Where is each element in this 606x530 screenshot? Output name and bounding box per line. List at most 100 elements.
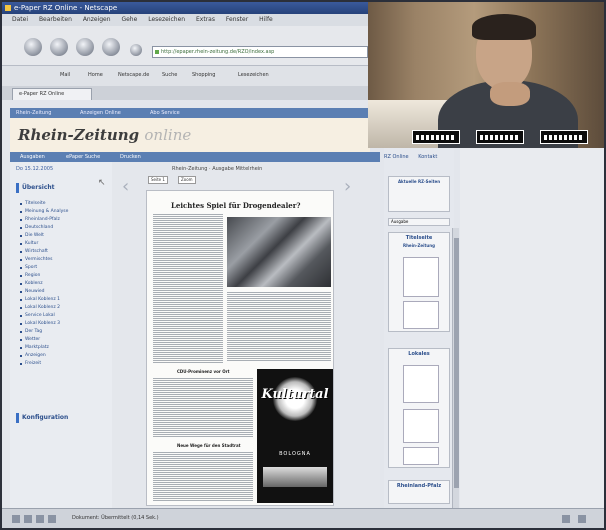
reload-button[interactable] xyxy=(76,38,94,56)
window-title: e-Paper RZ Online - Netscape xyxy=(14,4,118,12)
menu-item[interactable]: Hilfe xyxy=(259,16,273,23)
section-link[interactable]: Sport xyxy=(20,264,108,272)
menu-item[interactable]: Bearbeiten xyxy=(39,16,72,23)
edition-select[interactable]: Ausgabe xyxy=(388,218,450,226)
bookmark-item[interactable]: Suche xyxy=(162,72,177,78)
headline[interactable]: Leichtes Spiel für Drogendealer? xyxy=(171,201,301,210)
poster-band xyxy=(263,467,327,487)
bookmark-item[interactable]: Mail xyxy=(60,72,70,78)
section-link[interactable]: Marktplatz xyxy=(20,344,108,352)
current-pages-box: Aktuelle RZ-Seiten xyxy=(388,176,450,212)
section-link[interactable]: Rheinland-Pfalz xyxy=(20,216,108,224)
security-lock-icon[interactable] xyxy=(562,515,570,523)
section-link[interactable]: Lokal Koblenz 1 xyxy=(20,296,108,304)
newspaper-page[interactable]: Leichtes Spiel für Drogendealer? CDU-Pro… xyxy=(146,190,334,506)
bookmark-item[interactable]: Netscape.de xyxy=(118,72,149,78)
navstrip-link[interactable]: Drucken xyxy=(120,152,141,162)
menu-bar: Datei Bearbeiten Anzeigen Gehe Lesezeich… xyxy=(2,14,368,26)
section-link[interactable]: Deutschland xyxy=(20,224,108,232)
app-icon xyxy=(5,5,11,11)
section-link[interactable]: Region xyxy=(20,272,108,280)
page-thumbnail[interactable] xyxy=(403,301,439,329)
menu-item[interactable]: Anzeigen xyxy=(83,16,111,23)
page-thumbnail[interactable] xyxy=(403,365,439,403)
thumb-box-title: Lokales xyxy=(408,351,430,357)
empty-area xyxy=(460,148,604,508)
section-link[interactable]: Der Tag xyxy=(20,328,108,336)
status-text: Dokument: Übermittelt (0,14 Sek.) xyxy=(72,515,159,521)
tab-kontakt[interactable]: Kontakt xyxy=(418,154,437,160)
navstrip-link[interactable]: Ausgaben xyxy=(20,152,45,162)
page-thumbnail[interactable] xyxy=(403,257,439,297)
article-head[interactable]: Neue Wege für den Stadtrat xyxy=(177,443,241,448)
epaper-viewer: Rhein-Zeitung · Ausgabe Mittelrhein Seit… xyxy=(112,162,380,508)
tab-epaper[interactable]: e-Paper RZ Online xyxy=(12,88,92,100)
section-link[interactable]: Freizeit xyxy=(20,360,108,368)
video-indicator xyxy=(476,130,524,144)
section-link[interactable]: Wirtschaft xyxy=(20,248,108,256)
site-navstrip: Ausgaben ePaper Suche Drucken xyxy=(10,152,380,162)
page-thumbnail[interactable] xyxy=(403,447,439,465)
url-input[interactable]: http://epaper.rhein-zeitung.de/RZO/index… xyxy=(152,46,368,58)
section-overview[interactable]: Übersicht xyxy=(16,183,55,193)
next-page-icon[interactable]: › xyxy=(344,176,351,197)
menu-item[interactable]: Fenster xyxy=(226,16,248,23)
tab-bar: e-Paper RZ Online xyxy=(2,86,368,100)
article-photo[interactable] xyxy=(227,217,331,287)
section-link[interactable]: Vermischtes xyxy=(20,256,108,264)
article-head[interactable]: CDU-Prominenz vor Ort xyxy=(177,369,230,374)
back-button[interactable] xyxy=(24,38,42,56)
site-topbar: Rhein-Zeitung Anzeigen Online Abo Servic… xyxy=(10,108,370,118)
section-link[interactable]: Neuwied xyxy=(20,288,108,296)
bookmark-item[interactable]: Lesezeichen xyxy=(238,72,269,78)
zoom-control[interactable]: Zoom xyxy=(178,176,196,184)
section-link[interactable]: Meinung & Analyse xyxy=(20,208,108,216)
site-topbar-link[interactable]: Abo Service xyxy=(150,108,180,118)
menu-item[interactable]: Datei xyxy=(12,16,28,23)
menu-item[interactable]: Extras xyxy=(196,16,215,23)
bookmark-item[interactable]: Home xyxy=(88,72,103,78)
mail-icon[interactable] xyxy=(12,515,20,523)
home-button[interactable] xyxy=(130,44,142,56)
section-link[interactable]: Koblenz xyxy=(20,280,108,288)
bookmark-item[interactable]: Shopping xyxy=(192,72,215,78)
section-link[interactable]: Titelseite xyxy=(20,200,108,208)
section-config[interactable]: Konfiguration xyxy=(16,413,68,423)
site-topbar-link[interactable]: Anzeigen Online xyxy=(80,108,121,118)
menu-item[interactable]: Gehe xyxy=(121,16,137,23)
prev-page-icon[interactable]: ‹ xyxy=(122,176,129,197)
status-bar: Dokument: Übermittelt (0,14 Sek.) xyxy=(2,508,604,528)
site-logo[interactable]: Rhein-Zeitung online xyxy=(18,126,191,144)
page-thumbnail[interactable] xyxy=(403,409,439,443)
navstrip-link[interactable]: ePaper Suche xyxy=(66,152,100,162)
section-link[interactable]: Lokal Koblenz 2 xyxy=(20,304,108,312)
site-topbar-link[interactable]: Rhein-Zeitung xyxy=(16,108,51,118)
tab-rz-online[interactable]: RZ Online xyxy=(384,154,409,160)
composer-icon[interactable] xyxy=(24,515,32,523)
chat-icon[interactable] xyxy=(36,515,44,523)
right-tabs: RZ Online Kontakt xyxy=(384,154,437,160)
logo-main: Rhein-Zeitung xyxy=(18,126,140,144)
indicator-bar xyxy=(544,135,584,140)
menu-item[interactable]: Lesezeichen xyxy=(148,16,185,23)
page-select[interactable]: Seite 1 xyxy=(148,176,168,184)
ad-poster[interactable]: Kulturtal BOLOGNA xyxy=(257,369,333,503)
section-link[interactable]: Wetter xyxy=(20,336,108,344)
edition-date: Do 15.12.2005 xyxy=(16,166,54,172)
section-link[interactable]: Lokal Koblenz 3 xyxy=(20,320,108,328)
section-link[interactable]: Die Welt xyxy=(20,232,108,240)
scrollbar-thumb[interactable] xyxy=(454,238,459,488)
poster-title: Kulturtal xyxy=(261,387,329,402)
site-banner: Rhein-Zeitung online xyxy=(10,118,370,152)
section-link[interactable]: Service Lokal xyxy=(20,312,108,320)
section-link[interactable]: Anzeigen xyxy=(20,352,108,360)
stop-button[interactable] xyxy=(102,38,120,56)
section-list: Titelseite Meinung & Analyse Rheinland-P… xyxy=(20,200,108,368)
page-scrollbar[interactable] xyxy=(452,228,459,508)
online-status-icon[interactable] xyxy=(578,515,586,523)
indicator-bar xyxy=(480,135,520,140)
address-book-icon[interactable] xyxy=(48,515,56,523)
section-link[interactable]: Kultur xyxy=(20,240,108,248)
forward-button[interactable] xyxy=(50,38,68,56)
thumb-box-2: Lokales xyxy=(388,348,450,468)
